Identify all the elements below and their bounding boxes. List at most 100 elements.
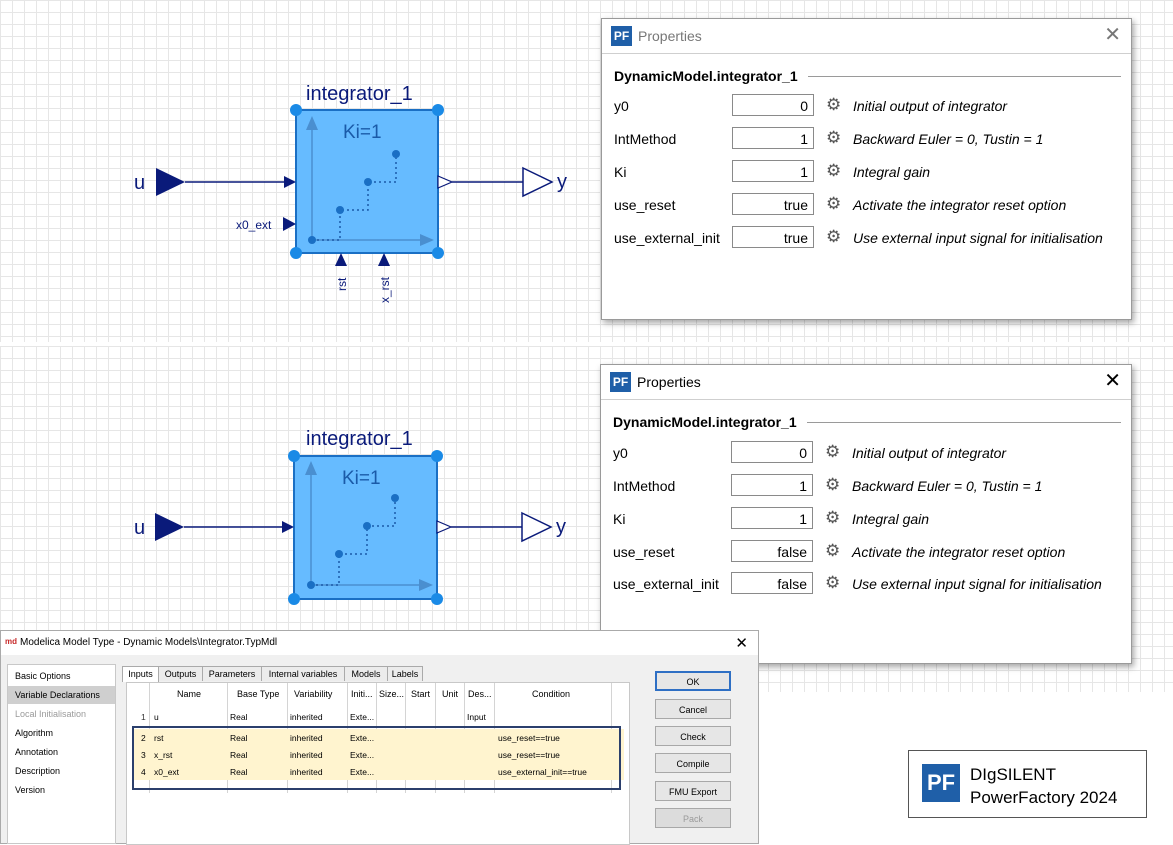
gear-icon[interactable]: ⚙	[825, 574, 840, 592]
step-point	[392, 150, 400, 158]
nav-item-local-initialisation[interactable]: Local Initialisation	[8, 705, 115, 723]
dialog-titlebar[interactable]: md Modelica Model Type - Dynamic Models\…	[1, 631, 758, 655]
nav-item-version[interactable]: Version	[8, 781, 115, 799]
fmu-export-button[interactable]: FMU Export	[655, 781, 731, 801]
logo-product: PowerFactory 2024	[970, 788, 1118, 807]
input-port-rst[interactable]	[335, 253, 347, 266]
property-value-field[interactable]: 0	[732, 94, 814, 116]
digsilent-logo: PF DIgSILENT PowerFactory 2024	[908, 750, 1147, 818]
pf-logo-mark: PF	[922, 764, 960, 802]
cell-desc: Input	[467, 712, 486, 722]
property-description: Initial output of integrator	[852, 445, 1007, 461]
output-arrow-y	[436, 520, 453, 534]
property-description: Initial output of integrator	[853, 98, 1008, 114]
step-point	[363, 522, 371, 530]
dialog-title: Properties	[638, 28, 702, 44]
nav-item-description[interactable]: Description	[8, 762, 115, 780]
resize-handle[interactable]	[431, 593, 443, 605]
column-header-desc[interactable]: Des...	[468, 689, 492, 699]
compile-button[interactable]: Compile	[655, 753, 731, 773]
check-button[interactable]: Check	[655, 726, 731, 746]
gear-icon[interactable]: ⚙	[826, 129, 841, 147]
integrator-block-bottom[interactable]: integrator_1 Ki=1 u y	[0, 346, 600, 626]
input-arrow-u	[282, 521, 294, 533]
gear-icon[interactable]: ⚙	[826, 96, 841, 114]
input-port-x0-ext[interactable]	[283, 217, 296, 231]
resize-handle[interactable]	[290, 247, 302, 259]
column-header-size[interactable]: Size...	[379, 689, 404, 699]
property-row-ki: Ki 1 ⚙ Integral gain	[613, 507, 1123, 531]
output-label-y: y	[556, 516, 566, 538]
property-value-field[interactable]: 1	[731, 474, 813, 496]
property-name: IntMethod	[614, 131, 677, 147]
nav-item-algorithm[interactable]: Algorithm	[8, 724, 115, 742]
column-header-start[interactable]: Start	[411, 689, 430, 699]
property-value-field[interactable]: 1	[732, 160, 814, 182]
resize-handle[interactable]	[290, 104, 302, 116]
tab-internal-variables[interactable]: Internal variables	[261, 666, 345, 681]
nav-item-basic-options[interactable]: Basic Options	[8, 667, 115, 685]
resize-handle[interactable]	[288, 593, 300, 605]
property-value-field[interactable]: 1	[732, 127, 814, 149]
property-value-field[interactable]: true	[732, 193, 814, 215]
tab-parameters[interactable]: Parameters	[202, 666, 262, 681]
block-title: integrator_1	[306, 428, 413, 450]
column-header-variability[interactable]: Variability	[294, 689, 332, 699]
step-point	[336, 206, 344, 214]
resize-handle[interactable]	[432, 247, 444, 259]
ok-button[interactable]: OK	[655, 671, 731, 691]
resize-handle[interactable]	[432, 104, 444, 116]
property-value-field[interactable]: false	[731, 572, 813, 594]
tab-inputs[interactable]: Inputs	[122, 666, 159, 682]
property-value-field[interactable]: true	[732, 226, 814, 248]
pf-app-icon: PF	[610, 372, 631, 392]
close-icon[interactable]: ✕	[735, 634, 748, 652]
property-name: y0	[613, 445, 628, 461]
input-label-rst: rst	[335, 277, 349, 291]
property-value-field[interactable]: false	[731, 540, 813, 562]
pf-app-icon: PF	[611, 26, 632, 46]
column-header-base-type[interactable]: Base Type	[237, 689, 279, 699]
cancel-button[interactable]: Cancel	[655, 699, 731, 719]
property-description: Activate the integrator reset option	[852, 544, 1066, 560]
output-port-y[interactable]	[522, 166, 554, 198]
gear-icon[interactable]: ⚙	[826, 162, 841, 180]
tab-outputs[interactable]: Outputs	[158, 666, 203, 681]
close-icon[interactable]: ✕	[1104, 370, 1121, 392]
input-port-u[interactable]	[156, 168, 185, 196]
gear-icon[interactable]: ⚙	[825, 509, 840, 527]
input-label-u: u	[134, 517, 145, 539]
nav-item-variable-declarations[interactable]: Variable Declarations	[8, 686, 115, 704]
column-header-name[interactable]: Name	[177, 689, 201, 699]
integrator-block-top[interactable]: integrator_1 Ki=1 u y x0_ext rst x_rst	[0, 0, 600, 320]
column-header-init[interactable]: Initi...	[351, 689, 373, 699]
resize-handle[interactable]	[431, 450, 443, 462]
property-name: use_reset	[613, 544, 675, 560]
pack-button[interactable]: Pack	[655, 808, 731, 828]
property-description: Integral gain	[853, 164, 931, 180]
properties-dialog-bottom: PF Properties ✕ DynamicModel.integrator_…	[600, 364, 1132, 664]
tab-labels[interactable]: Labels	[387, 666, 423, 681]
dialog-titlebar[interactable]: PF Properties ✕	[602, 19, 1131, 54]
output-port-y[interactable]	[521, 511, 553, 543]
input-port-x-rst[interactable]	[378, 253, 390, 266]
property-value-field[interactable]: 0	[731, 441, 813, 463]
column-header-unit[interactable]: Unit	[442, 689, 458, 699]
property-row-intmethod: IntMethod 1 ⚙ Backward Euler = 0, Tustin…	[614, 127, 1124, 151]
dialog-titlebar[interactable]: PF Properties ✕	[601, 365, 1131, 400]
close-icon[interactable]: ✕	[1104, 24, 1121, 46]
property-value-field[interactable]: 1	[731, 507, 813, 529]
gear-icon[interactable]: ⚙	[826, 195, 841, 213]
gear-icon[interactable]: ⚙	[825, 443, 840, 461]
property-row-y0: y0 0 ⚙ Initial output of integrator	[613, 441, 1123, 465]
property-row-y0: y0 0 ⚙ Initial output of integrator	[614, 94, 1124, 118]
property-name: Ki	[613, 511, 626, 527]
nav-item-annotation[interactable]: Annotation	[8, 743, 115, 761]
column-header-condition[interactable]: Condition	[532, 689, 570, 699]
gear-icon[interactable]: ⚙	[825, 542, 840, 560]
input-port-u[interactable]	[155, 513, 184, 541]
gear-icon[interactable]: ⚙	[825, 476, 840, 494]
tab-models[interactable]: Models	[344, 666, 388, 681]
gear-icon[interactable]: ⚙	[826, 228, 841, 246]
resize-handle[interactable]	[288, 450, 300, 462]
